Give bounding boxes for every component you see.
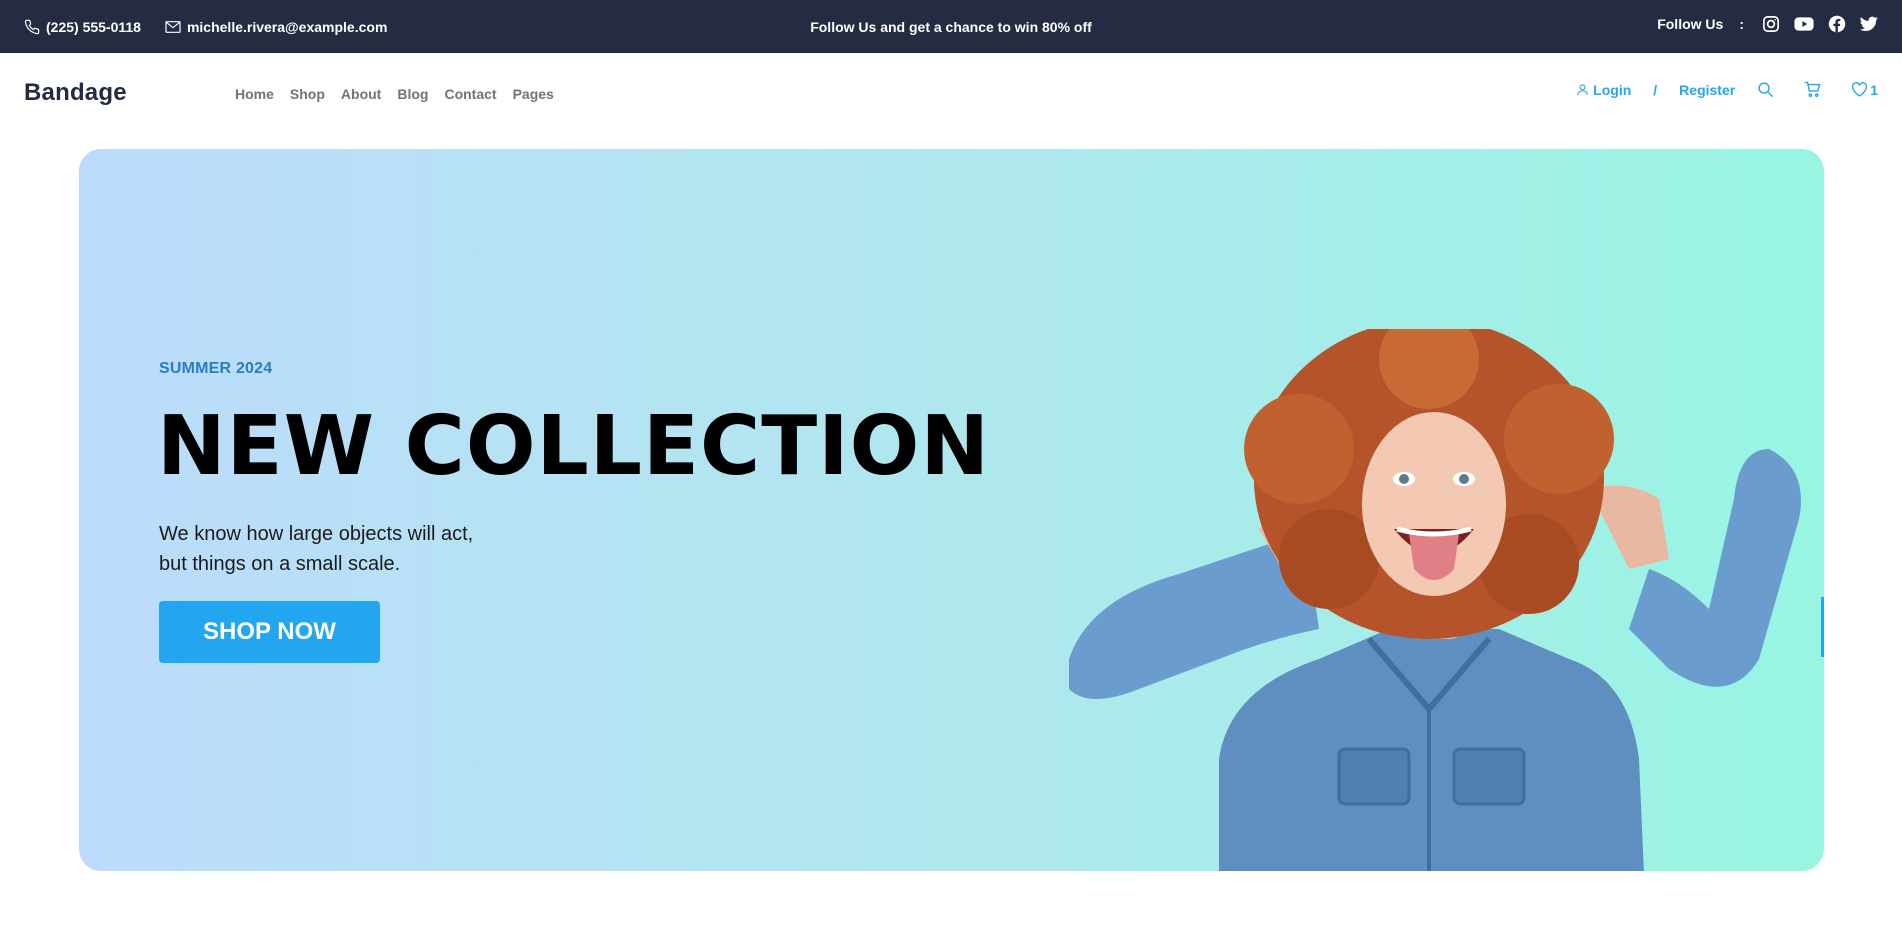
main-menu: Home Shop About Blog Contact Pages <box>235 86 554 102</box>
follow-us: Follow Us : <box>1657 16 1744 32</box>
user-icon <box>1576 83 1589 96</box>
hero-season-label: SUMMER 2024 <box>159 360 273 377</box>
phone-number: (225) 555-0118 <box>46 18 141 35</box>
hero-description: We know how large objects will act, but … <box>159 519 579 579</box>
hero-banner: SUMMER 2024 NEW COLLECTION We know how l… <box>79 149 1824 871</box>
follow-us-label: Follow Us <box>1657 16 1724 32</box>
nav-home[interactable]: Home <box>235 86 274 102</box>
top-bar: (225) 555-0118 michelle.rivera@example.c… <box>0 0 1902 53</box>
mail-icon <box>165 20 181 34</box>
register-link[interactable]: Register <box>1679 82 1735 98</box>
cart-icon[interactable] <box>1804 81 1821 98</box>
auth-links: Login / Register <box>1576 82 1735 98</box>
youtube-icon[interactable] <box>1794 16 1814 32</box>
email-contact[interactable]: michelle.rivera@example.com <box>165 19 387 35</box>
phone-icon <box>24 19 40 35</box>
nav-blog[interactable]: Blog <box>397 86 428 102</box>
twitter-icon[interactable] <box>1860 16 1878 32</box>
wishlist-count: 1 <box>1870 81 1878 98</box>
hero-model-image <box>1069 329 1801 871</box>
instagram-icon[interactable] <box>1762 15 1780 33</box>
brand-logo[interactable]: Bandage <box>24 79 127 107</box>
follow-us-colon: : <box>1739 16 1744 32</box>
main-navbar: Bandage Home Shop About Blog Contact Pag… <box>0 53 1902 135</box>
slider-edge-tab[interactable] <box>1821 597 1824 657</box>
contact-info: (225) 555-0118 michelle.rivera@example.c… <box>24 0 387 53</box>
header-tools: 1 <box>1757 81 1878 98</box>
heart-icon <box>1851 82 1868 97</box>
login-link[interactable]: Login <box>1593 82 1631 98</box>
hero-headline: NEW COLLECTION <box>157 399 990 494</box>
nav-pages[interactable]: Pages <box>513 86 554 102</box>
email-address: michelle.rivera@example.com <box>186 18 388 35</box>
facebook-icon[interactable] <box>1828 15 1846 33</box>
hero-description-line-1: We know how large objects will act, <box>159 523 474 545</box>
hero-description-line-2: but things on a small scale. <box>159 553 401 575</box>
auth-separator: / <box>1653 81 1658 98</box>
promo-text: Follow Us and get a chance to win 80% of… <box>810 18 1092 35</box>
nav-shop[interactable]: Shop <box>290 86 325 102</box>
account-tools: Login / Register 1 <box>1576 81 1878 98</box>
phone-contact[interactable]: (225) 555-0118 <box>24 19 141 35</box>
nav-about[interactable]: About <box>341 86 381 102</box>
nav-contact[interactable]: Contact <box>444 86 496 102</box>
search-icon[interactable] <box>1757 81 1774 98</box>
social-links: Follow Us : <box>1657 0 1878 48</box>
shop-now-button[interactable]: SHOP NOW <box>159 601 380 663</box>
wishlist-button[interactable]: 1 <box>1851 82 1878 98</box>
